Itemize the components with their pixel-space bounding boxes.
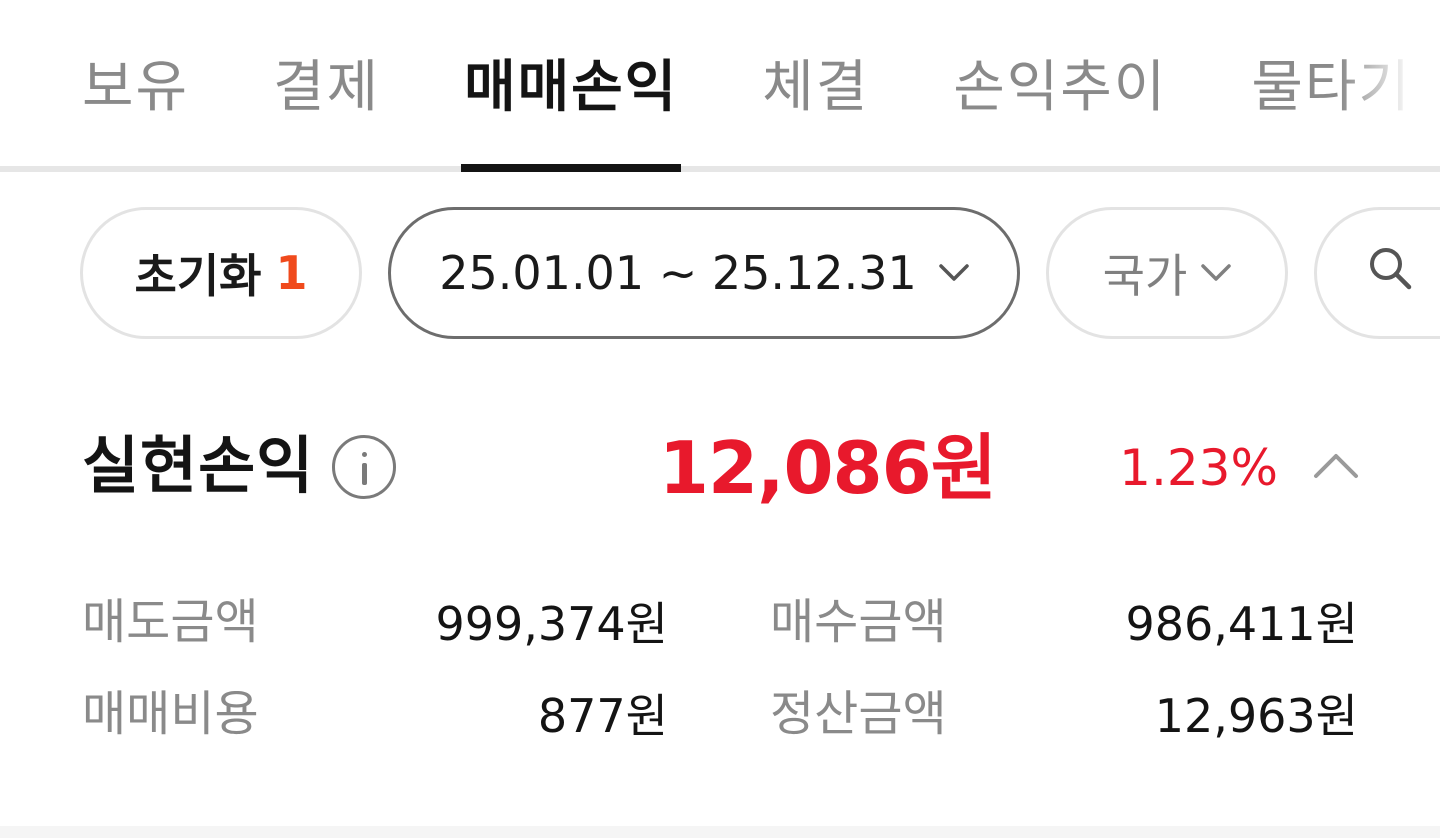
sell-amount-label: 매도금액 [82, 594, 259, 650]
realized-profit-title: 실현손익 [82, 429, 315, 502]
tab-holdings[interactable]: 보유 [82, 52, 189, 124]
chevron-down-icon [1201, 264, 1232, 282]
tab-payment[interactable]: 결제 [273, 52, 380, 124]
chevron-down-icon [938, 264, 969, 282]
buy-amount-value: 986,411원 [1125, 597, 1358, 651]
tab-trading-profit[interactable]: 매매손익 [461, 52, 682, 172]
settlement-label: 정산금액 [770, 686, 947, 742]
tab-executions[interactable]: 체결 [762, 52, 869, 124]
period-filter-button[interactable]: 25.01.01 ~ 25.12.31 [388, 207, 1020, 339]
buy-amount-label: 매수금액 [770, 594, 947, 650]
info-icon[interactable] [332, 435, 396, 499]
tab-profit-trend[interactable]: 손익추이 [953, 52, 1167, 124]
fee-value: 877원 [537, 689, 668, 743]
country-filter-button[interactable]: 국가 [1046, 207, 1288, 339]
country-label: 국가 [1102, 249, 1188, 303]
chevron-up-icon[interactable] [1312, 448, 1360, 480]
tab-list: 보유 결제 매매손익 체결 손익추이 물타기 [82, 52, 1412, 172]
realized-profit-amount: 12,086원 [658, 426, 997, 510]
active-filter-count: 1 [275, 246, 308, 300]
settlement-value: 12,963원 [1154, 689, 1358, 743]
search-icon [1367, 245, 1413, 302]
tab-bar: 보유 결제 매매손익 체결 손익추이 물타기 [0, 0, 1440, 172]
fee-label: 매매비용 [82, 686, 259, 742]
reset-label: 초기화 [134, 249, 262, 303]
realized-profit-rate: 1.23% [1119, 439, 1278, 497]
trading-profit-screen: 보유 결제 매매손익 체결 손익추이 물타기 초기화 1 25.01.01 ~ … [0, 0, 1440, 838]
section-divider [0, 826, 1440, 838]
sell-amount-value: 999,374원 [435, 597, 668, 651]
filter-bar: 초기화 1 25.01.01 ~ 25.12.31 국가 [80, 207, 1440, 339]
period-range: 25.01.01 ~ 25.12.31 [439, 246, 917, 300]
reset-filter-button[interactable]: 초기화 1 [80, 207, 362, 339]
search-button[interactable] [1314, 207, 1440, 339]
tab-averaging-down[interactable]: 물타기 [1251, 52, 1412, 124]
